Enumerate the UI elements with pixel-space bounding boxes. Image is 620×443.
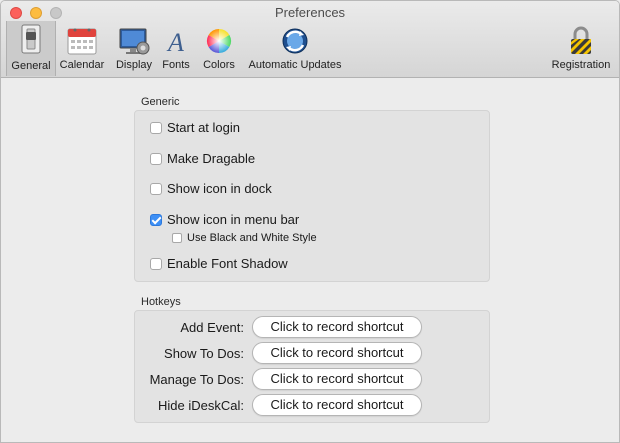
lock-icon xyxy=(571,26,591,54)
make-dragable-checkbox[interactable]: Make Dragable xyxy=(150,151,255,166)
manage-todos-shortcut-button[interactable]: Click to record shortcut xyxy=(252,368,422,390)
checkbox-label: Use Black and White Style xyxy=(187,232,317,244)
show-todos-label: Show To Dos: xyxy=(164,346,244,361)
tab-automatic-updates-label: Automatic Updates xyxy=(248,59,342,71)
enable-font-shadow-checkbox[interactable]: Enable Font Shadow xyxy=(150,256,288,271)
tab-fonts[interactable]: A Fonts xyxy=(158,23,194,75)
checkbox-box xyxy=(150,121,162,134)
tab-colors-label: Colors xyxy=(203,59,235,71)
hide-ideskcal-label: Hide iDeskCal: xyxy=(158,398,244,413)
black-white-style-checkbox[interactable]: Use Black and White Style xyxy=(172,232,317,244)
hotkeys-group-title: Hotkeys xyxy=(141,296,181,308)
manage-todos-label: Manage To Dos: xyxy=(149,372,244,387)
hide-ideskcal-shortcut-button[interactable]: Click to record shortcut xyxy=(252,394,422,416)
tab-calendar-label: Calendar xyxy=(59,59,105,71)
tab-calendar[interactable]: Calendar xyxy=(57,23,107,75)
add-event-shortcut-button[interactable]: Click to record shortcut xyxy=(252,316,422,338)
tab-registration[interactable]: Registration xyxy=(546,23,616,75)
tab-general[interactable]: General xyxy=(6,21,56,76)
general-switch-icon xyxy=(21,24,41,54)
svg-text:A: A xyxy=(166,28,184,56)
sync-globe-icon xyxy=(282,28,308,54)
color-wheel-icon xyxy=(206,28,232,53)
checkbox-box xyxy=(150,182,162,195)
checkbox-label: Show icon in dock xyxy=(167,181,272,196)
font-icon: A xyxy=(166,28,184,56)
preferences-window: Preferences General Calendar Display A F… xyxy=(0,0,620,443)
show-icon-in-dock-checkbox[interactable]: Show icon in dock xyxy=(150,181,272,196)
calendar-icon xyxy=(67,28,97,55)
tab-general-label: General xyxy=(11,60,51,72)
tab-automatic-updates[interactable]: Automatic Updates xyxy=(243,23,347,75)
tab-display[interactable]: Display xyxy=(111,23,157,75)
checkbox-label: Make Dragable xyxy=(167,151,256,166)
tab-colors[interactable]: Colors xyxy=(198,23,240,75)
tab-display-label: Display xyxy=(115,59,153,71)
checkbox-label: Start at login xyxy=(167,120,240,135)
display-gear-icon xyxy=(119,28,150,55)
generic-group-title: Generic xyxy=(141,96,180,108)
checkbox-box xyxy=(150,257,162,270)
checkbox-box xyxy=(150,152,162,165)
add-event-label: Add Event: xyxy=(180,320,244,335)
start-at-login-checkbox[interactable]: Start at login xyxy=(150,120,240,135)
window-title: Preferences xyxy=(274,5,346,20)
checkbox-label: Show icon in menu bar xyxy=(167,212,300,227)
toolbar: Preferences General Calendar Display A F… xyxy=(1,1,619,78)
tab-fonts-label: Fonts xyxy=(162,59,190,71)
checkbox-box xyxy=(172,233,182,243)
show-todos-shortcut-button[interactable]: Click to record shortcut xyxy=(252,342,422,364)
checkbox-label: Enable Font Shadow xyxy=(167,256,288,271)
checkmark-icon xyxy=(150,213,162,226)
tab-registration-label: Registration xyxy=(551,59,611,71)
show-icon-in-menu-bar-checkbox[interactable]: Show icon in menu bar xyxy=(150,212,299,227)
